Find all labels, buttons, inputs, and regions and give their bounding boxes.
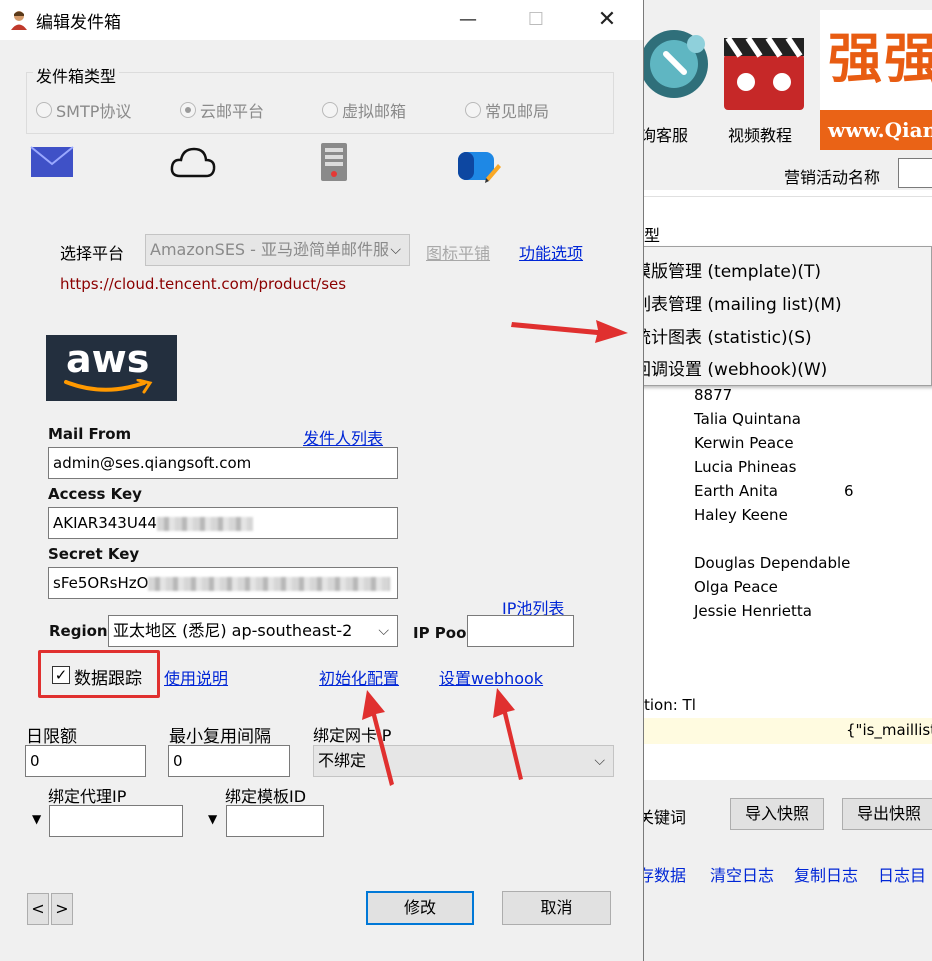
arrow-to-webhook bbox=[493, 688, 523, 780]
annotation-arrows bbox=[362, 320, 628, 786]
arrow-to-init-config bbox=[362, 690, 394, 786]
arrow-to-statistic bbox=[511, 320, 628, 343]
